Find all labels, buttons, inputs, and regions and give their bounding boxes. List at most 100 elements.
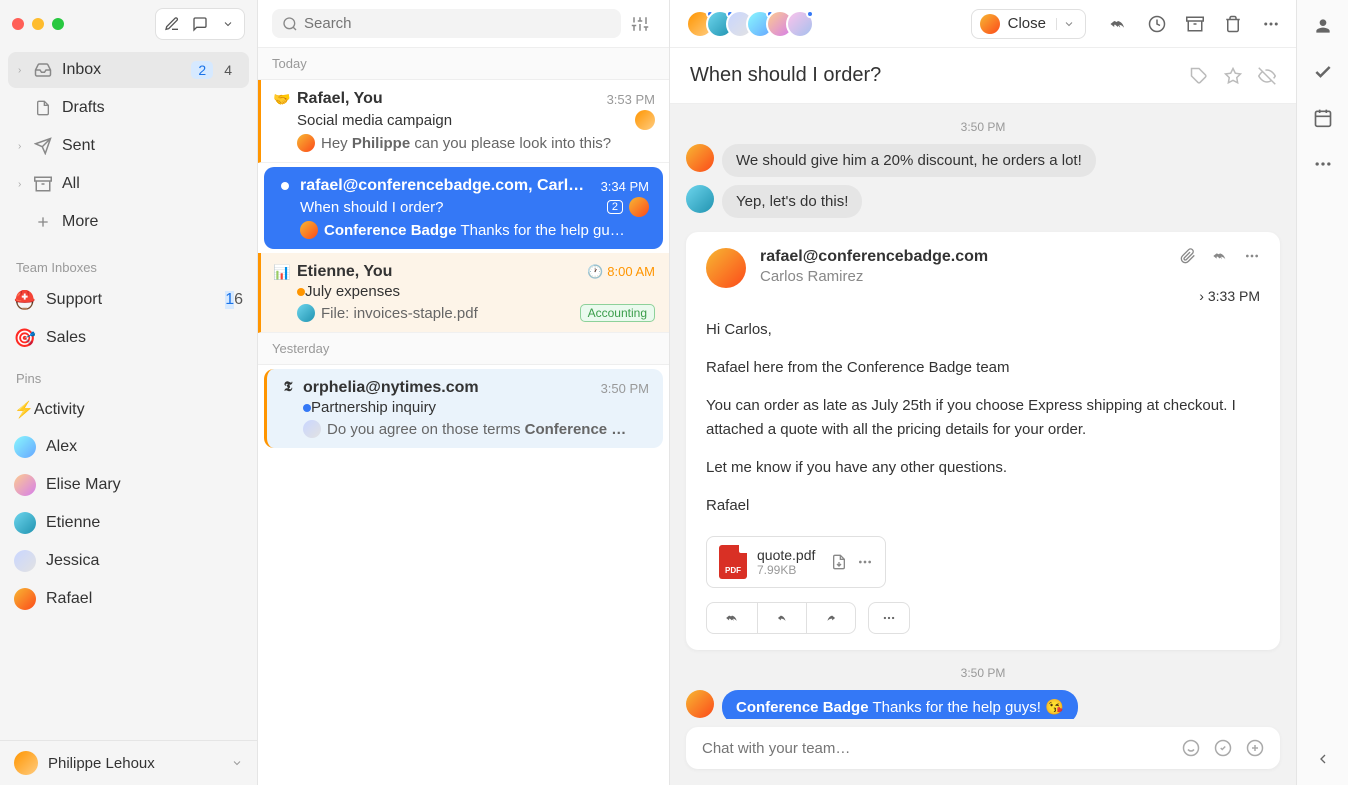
- inbox-icon: [32, 60, 54, 80]
- sales-icon: 🎯: [14, 327, 36, 349]
- pin-elise[interactable]: Elise Mary: [0, 466, 257, 504]
- reply-all-icon[interactable]: [1108, 15, 1128, 33]
- task-icon[interactable]: [1214, 739, 1232, 757]
- team-inboxes-title: Team Inboxes: [0, 246, 257, 281]
- thread-time: 3:34 PM: [601, 179, 649, 194]
- pin-label: Activity: [34, 401, 85, 419]
- chevron-down-icon[interactable]: [1056, 18, 1081, 30]
- right-rail: [1296, 0, 1348, 785]
- support-icon: ⛑️: [14, 289, 36, 311]
- watch-icon[interactable]: [1258, 67, 1276, 85]
- check-icon[interactable]: [1311, 60, 1335, 84]
- pins-title: Pins: [0, 357, 257, 392]
- avatar: [980, 14, 1000, 34]
- thread-row-selected[interactable]: rafael@conferencebadge.com, Carl… 3:34 P…: [264, 167, 663, 249]
- archive-icon[interactable]: [1186, 15, 1204, 33]
- emoji-icon[interactable]: [1182, 739, 1200, 757]
- snooze-icon[interactable]: [1148, 15, 1166, 33]
- team-support[interactable]: ⛑️ Support 1 6: [0, 281, 257, 319]
- nav-all[interactable]: › All: [8, 166, 249, 202]
- window-minimize-button[interactable]: [32, 18, 44, 30]
- contact-icon[interactable]: [1311, 14, 1335, 38]
- thread-row[interactable]: 📊 Etienne, You 🕐8:00 AM July expenses Fi…: [258, 253, 669, 333]
- attachment[interactable]: PDF quote.pdf 7.99KB: [706, 536, 886, 588]
- collapse-rail-icon[interactable]: [1311, 747, 1335, 771]
- pin-rafael[interactable]: Rafael: [0, 580, 257, 618]
- reply-button[interactable]: [758, 603, 807, 633]
- nav-drafts[interactable]: Drafts: [8, 90, 249, 126]
- attachment-name: quote.pdf: [757, 547, 815, 563]
- thread-row[interactable]: 𝕿 orphelia@nytimes.com 3:50 PM Partnersh…: [264, 369, 663, 448]
- reply-all-icon[interactable]: [1210, 248, 1230, 264]
- reply-all-button[interactable]: [707, 603, 758, 633]
- comment-icon[interactable]: [187, 12, 213, 36]
- star-icon[interactable]: [1224, 67, 1242, 85]
- more-horizontal-icon[interactable]: [1311, 152, 1335, 176]
- trash-icon[interactable]: [1224, 15, 1242, 33]
- compose-input[interactable]: [702, 740, 1168, 757]
- attachment-icon[interactable]: [1180, 248, 1196, 264]
- thread-from: Etienne, You: [297, 263, 587, 281]
- search-input-wrap[interactable]: [272, 9, 621, 38]
- current-user-button[interactable]: Philippe Lehoux: [0, 740, 257, 785]
- nav-more[interactable]: More: [8, 204, 249, 240]
- unread-badge: 1: [225, 291, 234, 309]
- search-bar: [258, 0, 669, 48]
- nav-label: More: [62, 213, 239, 231]
- chevron-down-icon: [231, 757, 243, 769]
- pin-activity[interactable]: ⚡ Activity: [0, 392, 257, 428]
- tag-icon[interactable]: [1190, 67, 1208, 85]
- chat-message: Conference Badge Thanks for the help guy…: [686, 690, 1280, 719]
- email-time: › 3:33 PM: [706, 288, 1260, 304]
- compose-bar: [686, 727, 1280, 769]
- pin-label: Alex: [46, 438, 77, 456]
- pin-etienne[interactable]: Etienne: [0, 504, 257, 542]
- avatar: [14, 512, 36, 534]
- pin-label: Rafael: [46, 590, 92, 608]
- handshake-icon: 🤝: [273, 91, 291, 108]
- nav-inbox[interactable]: › Inbox 2 4: [8, 52, 249, 88]
- user-name: Philippe Lehoux: [48, 755, 155, 772]
- thread-preview: Do you agree on those terms Conference …: [327, 421, 626, 438]
- archive-icon: [32, 174, 54, 194]
- reply-buttons: [706, 602, 856, 634]
- pin-alex[interactable]: Alex: [0, 428, 257, 466]
- thread-time: 3:53 PM: [607, 92, 655, 107]
- pin-jessica[interactable]: Jessica: [0, 542, 257, 580]
- email-to: Carlos Ramirez: [760, 268, 1180, 285]
- status-dot-icon: [303, 404, 311, 412]
- more-icon[interactable]: [1244, 248, 1260, 264]
- chart-icon: 📊: [273, 264, 291, 281]
- pdf-icon: PDF: [719, 545, 747, 579]
- pin-label: Etienne: [46, 514, 100, 532]
- thread-subject: When should I order?: [300, 199, 601, 216]
- compose-icon[interactable]: [159, 12, 185, 36]
- avatar: [786, 10, 814, 38]
- nav-label: Sent: [62, 137, 239, 155]
- thread-row[interactable]: 🤝 Rafael, You 3:53 PM Social media campa…: [258, 80, 669, 163]
- close-button[interactable]: Close: [971, 9, 1086, 39]
- team-sales[interactable]: 🎯 Sales: [0, 319, 257, 357]
- day-header-today: Today: [258, 48, 669, 80]
- thread-from: Rafael, You: [297, 90, 607, 108]
- more-icon[interactable]: [1262, 15, 1280, 33]
- more-icon[interactable]: [857, 554, 873, 570]
- download-icon[interactable]: [831, 554, 847, 570]
- more-button[interactable]: [868, 602, 910, 634]
- forward-button[interactable]: [807, 603, 855, 633]
- search-input[interactable]: [304, 15, 611, 32]
- avatar: [14, 751, 38, 775]
- participant-avatars[interactable]: [686, 10, 814, 38]
- calendar-icon[interactable]: [1311, 106, 1335, 130]
- chevron-down-icon[interactable]: [215, 12, 241, 36]
- thread-subject: Partnership inquiry: [311, 399, 649, 416]
- thread-preview: Conference Badge Thanks for the help gu…: [324, 222, 625, 239]
- email-header: rafael@conferencebadge.com Carlos Ramire…: [706, 248, 1260, 288]
- nav-sent[interactable]: › Sent: [8, 128, 249, 164]
- filter-icon[interactable]: [625, 15, 655, 33]
- add-icon[interactable]: [1246, 739, 1264, 757]
- tool-icons: [1108, 15, 1280, 33]
- window-close-button[interactable]: [12, 18, 24, 30]
- window-zoom-button[interactable]: [52, 18, 64, 30]
- clock-icon: 🕐: [587, 264, 603, 279]
